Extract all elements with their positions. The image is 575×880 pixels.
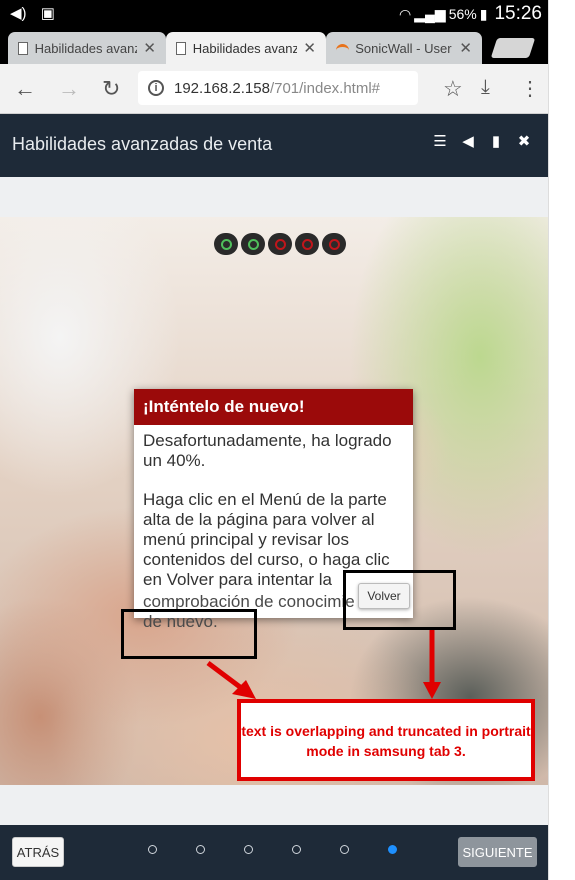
page-indicator [148,845,397,854]
bottom-navigation: ATRÁS SIGUIENTE [0,825,548,880]
page-dot[interactable] [148,845,157,854]
page-dot[interactable] [244,845,253,854]
screenshot-margin [548,0,575,880]
arrow-to-text [206,661,246,692]
arrowhead-right [423,682,441,699]
page-dot[interactable] [292,845,301,854]
page-dot-active[interactable] [388,845,397,854]
annotation-callout: text is overlapping and truncated in por… [237,699,535,781]
page-dot[interactable] [340,845,349,854]
back-button[interactable]: ATRÁS [12,837,64,867]
next-button[interactable]: SIGUIENTE [458,837,537,867]
page-dot[interactable] [196,845,205,854]
